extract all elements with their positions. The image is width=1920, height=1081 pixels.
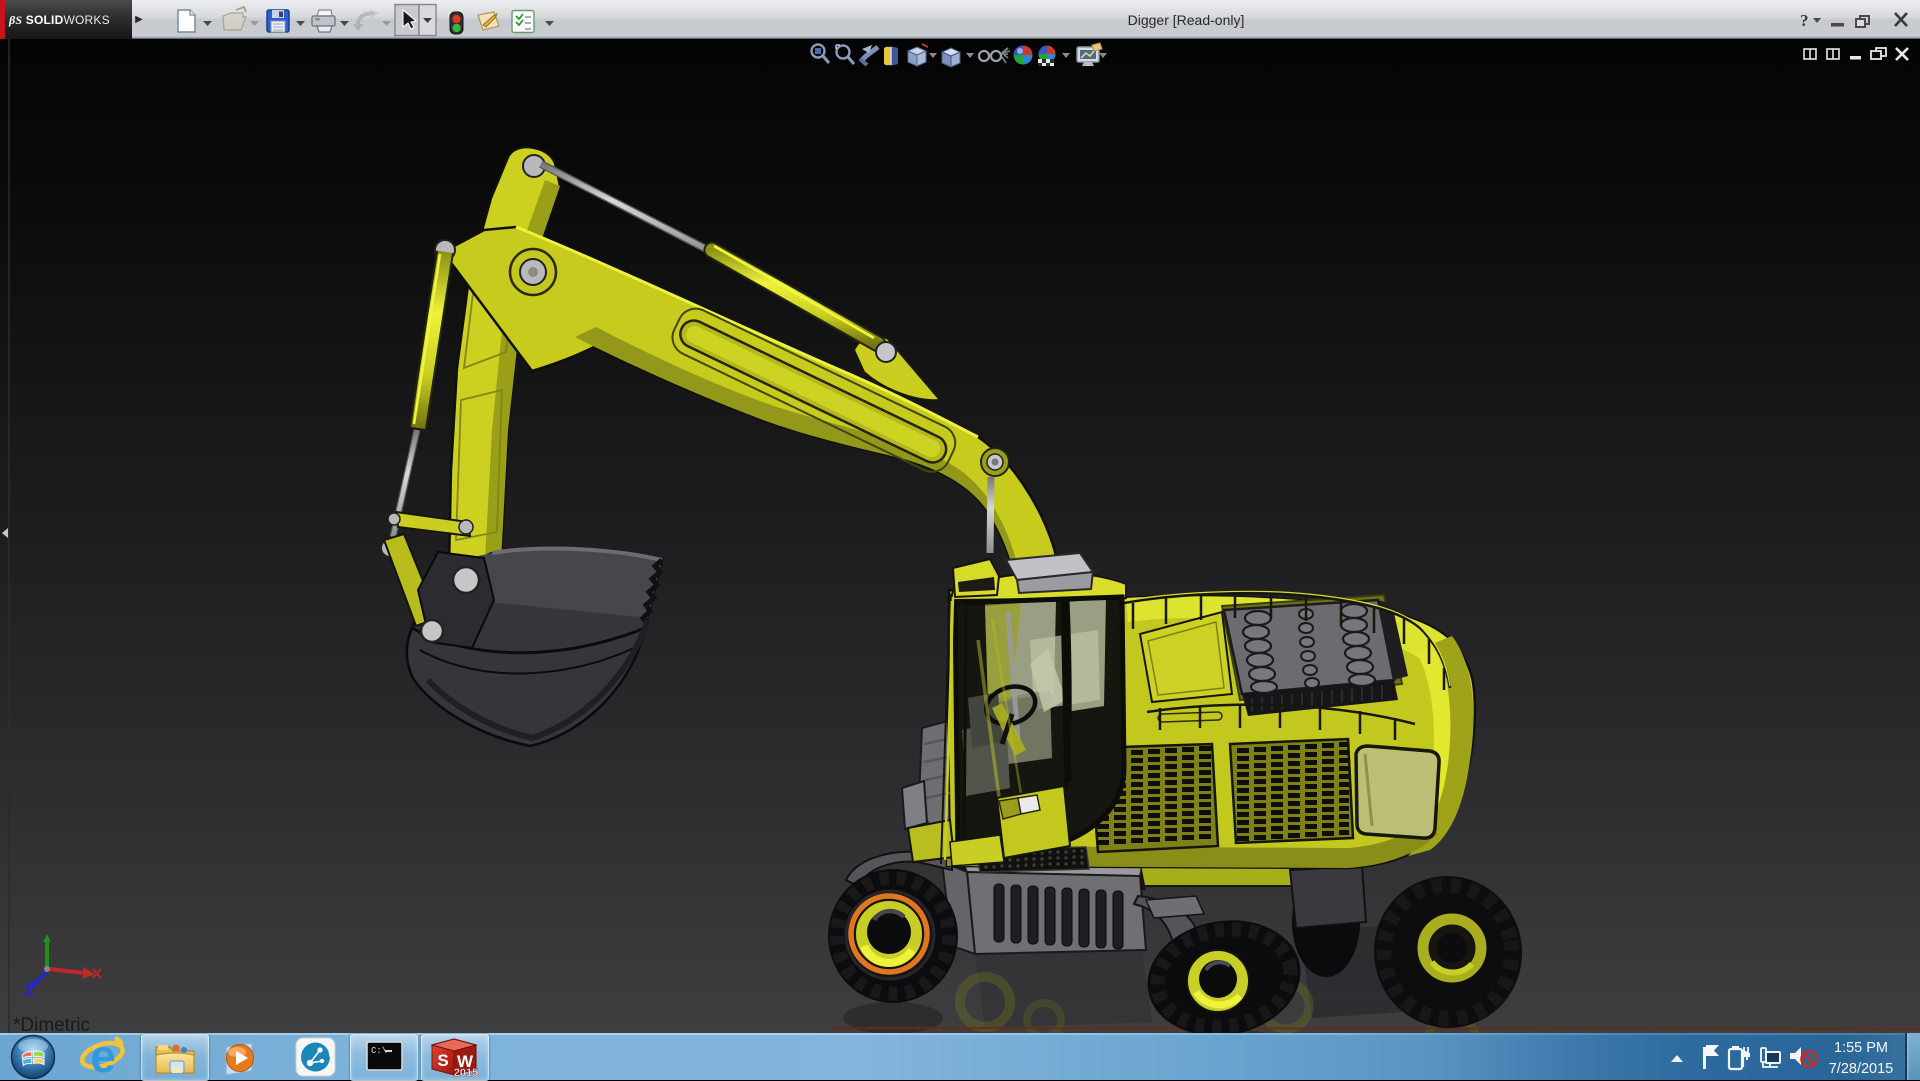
svg-text:C:\: C:\ [371,1046,387,1056]
svg-text:1:55 PM: 1:55 PM [1834,1040,1888,1056]
svg-text:?: ? [1800,11,1809,30]
svg-text:e: e [90,1033,116,1080]
svg-text:S: S [437,1051,448,1070]
svg-text:2015: 2015 [454,1067,478,1079]
svg-text:7/28/2015: 7/28/2015 [1829,1061,1894,1077]
